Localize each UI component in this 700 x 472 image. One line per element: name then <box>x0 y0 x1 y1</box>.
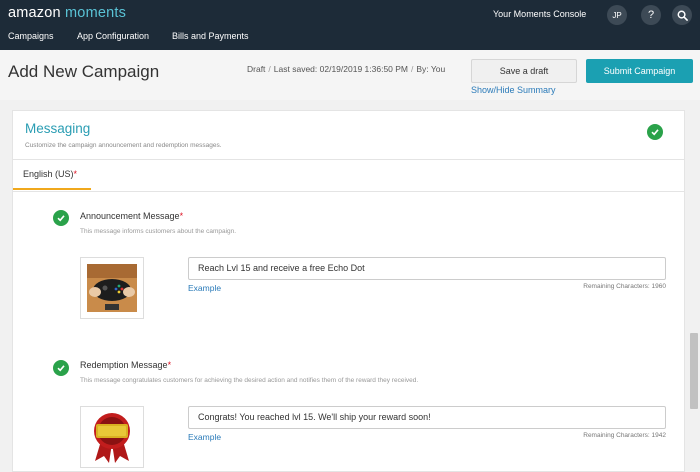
announcement-label-text: Announcement Message <box>80 211 180 221</box>
search-button[interactable] <box>672 5 692 25</box>
scrollbar-track[interactable] <box>688 100 700 472</box>
saved-by: By: You <box>416 64 446 74</box>
page-header: Add New Campaign Draft / Last saved: 02/19… <box>0 50 700 100</box>
brand-name-moments: moments <box>65 5 127 21</box>
section-title: Messaging <box>25 121 91 136</box>
section-description: Customize the campaign announcement and … <box>25 142 222 149</box>
submit-campaign-button[interactable]: Submit Campaign <box>586 59 693 83</box>
divider <box>13 191 684 192</box>
required-mark: * <box>179 211 184 221</box>
search-icon <box>677 10 688 21</box>
redemption-message-input[interactable]: Congrats! You reached lvl 15. We'll ship… <box>188 406 666 429</box>
redemption-example-link[interactable]: Example <box>188 432 221 442</box>
save-draft-button[interactable]: Save a draft <box>471 59 577 83</box>
scrollbar-thumb[interactable] <box>690 333 698 409</box>
last-saved: Last saved: 02/19/2019 1:36:50 PM <box>273 64 409 74</box>
user-avatar-button[interactable]: JP <box>607 5 627 25</box>
tab-english-us[interactable]: English (US) * <box>13 159 91 190</box>
announcement-remaining-characters: Remaining Characters: 1960 <box>583 283 666 290</box>
tab-label: English (US) <box>23 168 74 179</box>
help-button[interactable]: ? <box>641 5 661 25</box>
redemption-remaining-characters: Remaining Characters: 1942 <box>583 432 666 439</box>
required-mark: * <box>73 168 78 179</box>
redemption-label-text: Redemption Message <box>80 360 168 370</box>
check-circle-icon <box>647 124 663 140</box>
brand-name-amazon: amazon <box>8 5 61 21</box>
nav-bills-and-payments[interactable]: Bills and Payments <box>172 31 249 41</box>
messaging-panel: Messaging Customize the campaign announc… <box>12 110 685 472</box>
announcement-example-link[interactable]: Example <box>188 283 221 293</box>
required-mark: * <box>167 360 172 370</box>
brand-logo[interactable]: amazon moments <box>8 5 126 21</box>
redemption-image[interactable] <box>80 406 144 468</box>
announcement-help: This message informs customers about the… <box>80 228 237 235</box>
console-label[interactable]: Your Moments Console <box>493 9 586 19</box>
show-hide-summary-link[interactable]: Show/Hide Summary <box>471 85 556 95</box>
award-ribbon-image <box>94 413 130 463</box>
redemption-label: Redemption Message* <box>80 360 171 370</box>
divider <box>13 159 684 160</box>
announcement-label: Announcement Message* <box>80 211 183 221</box>
draft-status: Draft <box>247 64 266 74</box>
announcement-image[interactable] <box>80 257 144 319</box>
avatar-initials: JP <box>612 10 622 20</box>
save-status: Draft / Last saved: 02/19/2019 1:36:50 PM /… <box>247 64 446 74</box>
check-circle-icon <box>53 360 69 376</box>
redemption-help: This message congratulates customers for… <box>80 377 419 384</box>
game-controller-image <box>87 264 137 312</box>
help-icon: ? <box>647 9 655 21</box>
announcement-message-input[interactable]: Reach Lvl 15 and receive a free Echo Dot <box>188 257 666 280</box>
top-nav-bar: amazon moments Your Moments Console JP ?… <box>0 0 700 50</box>
check-circle-icon <box>53 210 69 226</box>
nav-campaigns[interactable]: Campaigns <box>8 31 54 41</box>
page-title: Add New Campaign <box>8 62 160 81</box>
nav-app-configuration[interactable]: App Configuration <box>77 31 149 41</box>
